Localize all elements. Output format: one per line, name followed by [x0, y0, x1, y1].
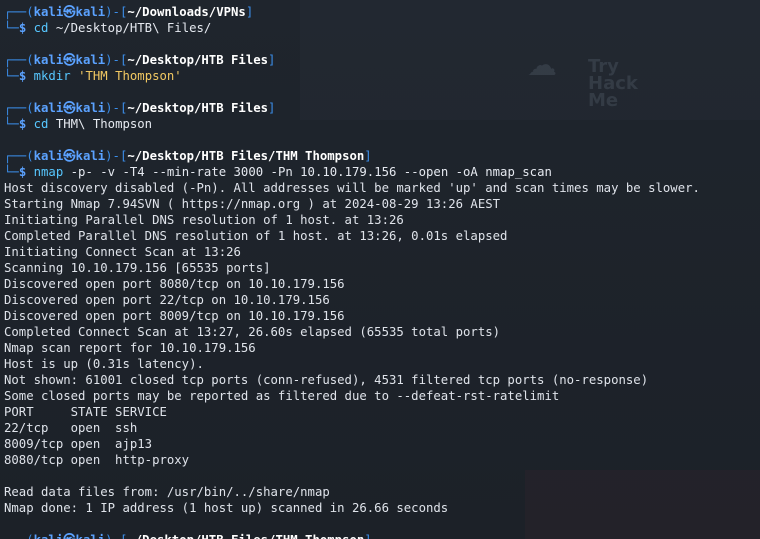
output-text: Initiating Connect Scan at 13:26 [4, 245, 241, 259]
prompt-cwd: ~/Desktop/HTB Files [127, 53, 269, 67]
prompt-frame: )-[ [105, 5, 128, 19]
prompt-frame: )-[ [105, 533, 127, 539]
output-text: Nmap done: 1 IP address (1 host up) scan… [4, 501, 449, 515]
output-line: Host is up (0.31s latency). [4, 356, 760, 372]
command-name: mkdir [33, 69, 71, 83]
output-line: Completed Connect Scan at 13:27, 26.60s … [4, 324, 760, 340]
output-text: Discovered open port 8009/tcp on 10.10.1… [4, 309, 345, 323]
prompt-frame: ] [268, 53, 276, 67]
prompt-dollar: $ [18, 69, 34, 83]
output-text: 8009/tcp open ajp13 [4, 437, 153, 451]
output-text: Host is up (0.31s latency). [4, 357, 204, 371]
prompt-dollar: $ [18, 165, 34, 179]
prompt-user-host: kali㉿kali [33, 149, 106, 163]
prompt-frame: ┌──( [4, 53, 34, 67]
prompt-frame: └─ [4, 165, 19, 179]
prompt-frame: └─ [4, 69, 19, 83]
prompt-user-host: kali㉿kali [33, 101, 106, 115]
output-line: Completed Parallel DNS resolution of 1 h… [4, 228, 760, 244]
terminal-output: ┌──(kali㉿kali)-[~/Downloads/VPNs] └─$ cd … [4, 4, 760, 539]
output-text: Read data files from: /usr/bin/../share/… [4, 485, 330, 499]
output-line: Host discovery disabled (-Pn). All addre… [4, 180, 760, 196]
prompt-cwd: ~/Desktop/HTB Files [127, 101, 269, 115]
prompt-frame: )-[ [105, 101, 128, 115]
output-line: Scanning 10.10.179.156 [65535 ports] [4, 260, 760, 276]
prompt-line: ┌──(kali㉿kali)-[~/Desktop/HTB Files/THM … [4, 148, 760, 164]
output-text: Nmap scan report for 10.10.179.156 [4, 341, 256, 355]
output-line: Read data files from: /usr/bin/../share/… [4, 484, 760, 500]
prompt-dollar: $ [18, 21, 34, 35]
command-args: ~/Desktop/HTB\ Files/ [48, 21, 212, 35]
output-text: Scanning 10.10.179.156 [65535 ports] [4, 261, 271, 275]
prompt-frame: └─ [4, 117, 19, 131]
output-text: Not shown: 61001 closed tcp ports (conn-… [4, 373, 649, 387]
prompt-line: ┌──(kali㉿kali)-[~/Desktop/HTB Files] [4, 52, 760, 68]
prompt-line: ┌──(kali㉿kali)-[~/Desktop/HTB Files/THM … [4, 532, 760, 539]
output-line: Initiating Parallel DNS resolution of 1 … [4, 212, 760, 228]
command-name: cd [33, 21, 49, 35]
output-line: PORT STATE SERVICE [4, 404, 760, 420]
output-line: 22/tcp open ssh [4, 420, 760, 436]
command-string-arg: 'THM Thompson' [78, 69, 182, 83]
output-line: Nmap done: 1 IP address (1 host up) scan… [4, 500, 760, 516]
command-args: -p- -v -T4 --min-rate 3000 -Pn 10.10.179… [63, 165, 552, 179]
output-line: Initiating Connect Scan at 13:26 [4, 244, 760, 260]
prompt-frame: ] [364, 149, 372, 163]
output-text: Completed Parallel DNS resolution of 1 h… [4, 229, 508, 243]
output-line: Discovered open port 22/tcp on 10.10.179… [4, 292, 760, 308]
output-text: Discovered open port 22/tcp on 10.10.179… [4, 293, 330, 307]
prompt-line: ┌──(kali㉿kali)-[~/Desktop/HTB Files] [4, 100, 760, 116]
output-line: 8009/tcp open ajp13 [4, 436, 760, 452]
prompt-frame: )-[ [105, 53, 128, 67]
output-text: Starting Nmap 7.94SVN ( https://nmap.org… [4, 197, 501, 211]
output-line: Starting Nmap 7.94SVN ( https://nmap.org… [4, 196, 760, 212]
prompt-frame: ┌──( [4, 533, 34, 539]
command-args: THM\ Thompson [48, 117, 153, 131]
prompt-frame: ] [245, 5, 254, 19]
command-line: └─$ nmap -p- -v -T4 --min-rate 3000 -Pn … [4, 164, 760, 180]
prompt-frame: ┌──( [4, 149, 34, 163]
output-line: 8080/tcp open http-proxy [4, 452, 760, 468]
prompt-cwd: ~/Desktop/HTB Files/THM Thompson [127, 149, 365, 163]
prompt-frame: ┌──( [4, 5, 34, 19]
prompt-frame: ┌──( [4, 101, 34, 115]
output-line: Nmap scan report for 10.10.179.156 [4, 340, 760, 356]
output-line: Discovered open port 8009/tcp on 10.10.1… [4, 308, 760, 324]
output-text: Completed Connect Scan at 13:27, 26.60s … [4, 325, 501, 339]
output-line: Discovered open port 8080/tcp on 10.10.1… [4, 276, 760, 292]
terminal-window[interactable]: ☁ Try Hack Me ┌──(kali㉿kali)-[~/Downloads/… [0, 0, 760, 539]
prompt-frame: ] [364, 533, 371, 539]
prompt-frame: ] [268, 101, 276, 115]
command-line: └─$ cd ~/Desktop/HTB\ Files/ [4, 20, 760, 36]
output-text: Some closed ports may be reported as fil… [4, 389, 560, 403]
prompt-frame: └─ [4, 21, 19, 35]
prompt-user-host: kali㉿kali [34, 533, 106, 539]
output-line: Not shown: 61001 closed tcp ports (conn-… [4, 372, 760, 388]
prompt-user-host: kali㉿kali [33, 53, 106, 67]
command-line: └─$ cd THM\ Thompson [4, 116, 760, 132]
output-text: PORT STATE SERVICE [4, 405, 167, 419]
command-line: └─$ mkdir 'THM Thompson' [4, 68, 760, 84]
prompt-line: ┌──(kali㉿kali)-[~/Downloads/VPNs] [4, 4, 760, 20]
prompt-frame: )-[ [105, 149, 128, 163]
prompt-cwd: ~/Downloads/VPNs [127, 5, 246, 19]
output-text: Host discovery disabled (-Pn). All addre… [4, 181, 700, 195]
command-name: cd [33, 117, 49, 131]
output-text: 8080/tcp open http-proxy [4, 453, 190, 467]
output-text: Initiating Parallel DNS resolution of 1 … [4, 213, 404, 227]
output-text: 22/tcp open ssh [4, 421, 138, 435]
prompt-cwd: ~/Desktop/HTB Files/THM Thompson [127, 533, 364, 539]
command-args [71, 69, 78, 83]
prompt-user-host: kali㉿kali [33, 5, 106, 19]
output-line: Some closed ports may be reported as fil… [4, 388, 760, 404]
prompt-dollar: $ [18, 117, 34, 131]
command-name: nmap [33, 165, 64, 179]
output-text: Discovered open port 8080/tcp on 10.10.1… [4, 277, 345, 291]
